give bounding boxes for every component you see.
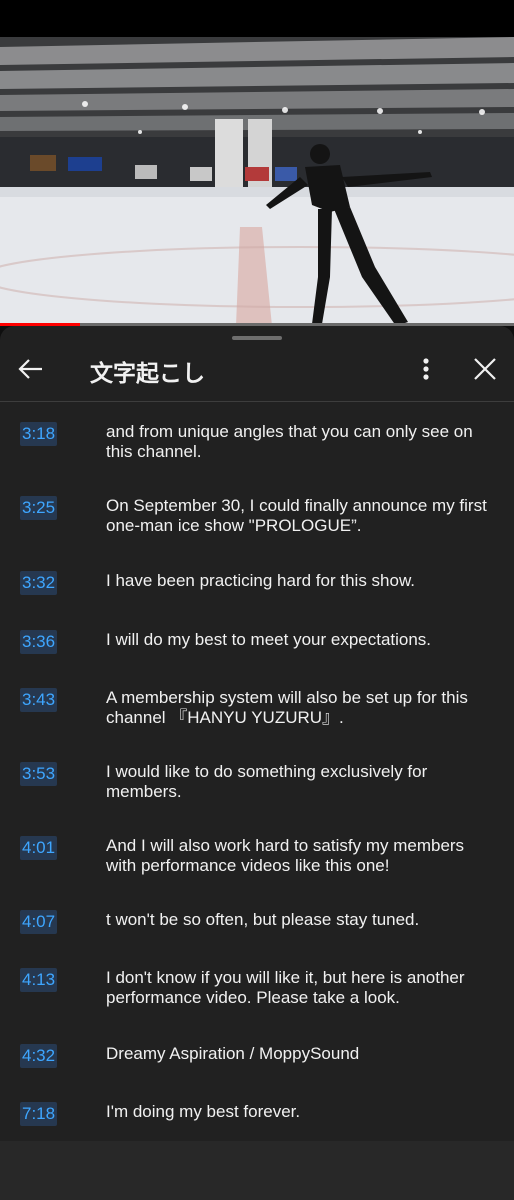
segment-text: A membership system will also be set up … — [106, 688, 468, 727]
segment-text: Dreamy Aspiration / MoppySound — [106, 1044, 360, 1063]
segment-timestamp[interactable]: 4:32 — [20, 1044, 58, 1068]
more-options-button[interactable] — [410, 350, 442, 388]
video-player[interactable] — [0, 37, 514, 326]
segment-text: I will do my best to meet your expectati… — [106, 630, 432, 649]
transcript-header: 文字起こし — [0, 340, 514, 400]
back-button[interactable] — [12, 350, 50, 388]
segment-text: I would like to do something exclusively… — [106, 762, 428, 801]
header-divider — [0, 401, 514, 402]
bottom-area — [0, 1141, 514, 1200]
segment-timestamp[interactable]: 4:01 — [20, 836, 58, 860]
segment-timestamp[interactable]: 3:53 — [20, 762, 58, 786]
segment-text: t won't be so often, but please stay tun… — [106, 910, 420, 929]
segment-text: and from unique angles that you can only… — [106, 422, 473, 461]
status-bar — [0, 0, 514, 37]
video-frame-image — [0, 37, 514, 326]
segment-timestamp[interactable]: 3:32 — [20, 571, 58, 595]
segment-timestamp[interactable]: 3:25 — [20, 496, 58, 520]
close-button[interactable] — [466, 350, 504, 388]
transcript-panel: 文字起こし 3:18 and from unique angles that y… — [0, 326, 514, 1141]
segment-timestamp[interactable]: 3:18 — [20, 422, 58, 446]
segment-timestamp[interactable]: 4:13 — [20, 968, 58, 992]
more-vert-icon — [423, 358, 429, 380]
segment-text: I'm doing my best forever. — [106, 1102, 301, 1121]
panel-title: 文字起こし — [90, 360, 205, 386]
segment-text: And I will also work hard to satisfy my … — [106, 836, 465, 875]
segment-timestamp[interactable]: 3:36 — [20, 630, 58, 654]
back-arrow-icon — [18, 359, 42, 379]
segment-text: I don't know if you will like it, but he… — [106, 968, 465, 1007]
segment-timestamp[interactable]: 3:43 — [20, 688, 58, 712]
close-icon — [474, 358, 496, 380]
segment-timestamp[interactable]: 4:07 — [20, 910, 58, 934]
segment-timestamp[interactable]: 7:18 — [20, 1102, 58, 1126]
segment-text: I have been practicing hard for this sho… — [106, 571, 416, 590]
segment-text: On September 30, I could finally announc… — [106, 496, 487, 535]
